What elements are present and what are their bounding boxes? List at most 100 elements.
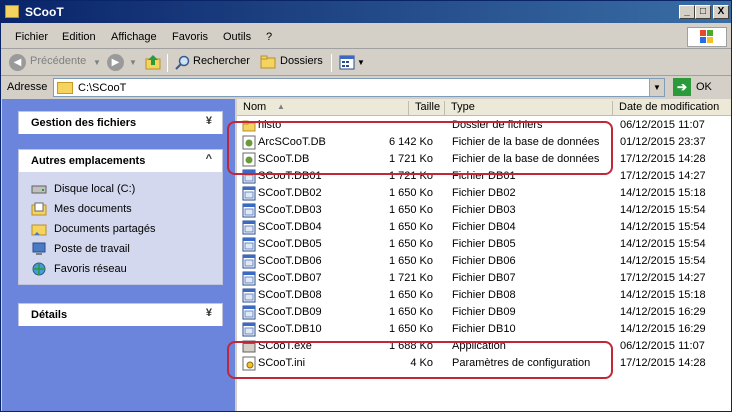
file-tasks-panel: Gestion des fichiers ¥ (18, 111, 223, 134)
file-date: 06/12/2015 11:07 (620, 119, 705, 131)
my-documents-icon (31, 202, 47, 216)
file-size: 1 650 Ko (388, 255, 433, 267)
title-bar[interactable]: SCooT _ □ X (1, 1, 731, 23)
file-date: 17/12/2015 14:28 (620, 357, 706, 369)
back-button[interactable]: Précédente (30, 55, 86, 67)
search-button[interactable]: Rechercher (193, 55, 250, 67)
folders-button[interactable]: Dossiers (280, 55, 323, 67)
place-label: Disque local (C:) (54, 183, 136, 195)
file-row[interactable]: SCooT.DB10 1 650 Ko Fichier DB10 14/12/2015… (237, 321, 731, 338)
file-row[interactable]: SCooT.DB06 1 650 Ko Fichier DB06 14/12/2015… (237, 253, 731, 270)
file-size: 1 721 Ko (388, 272, 433, 284)
panel-header[interactable]: Gestion des fichiers ¥ (19, 112, 222, 134)
forward-arrow-icon[interactable]: ▶ (107, 54, 124, 71)
column-type[interactable]: Type (445, 101, 613, 116)
file-date: 17/12/2015 14:28 (620, 153, 706, 165)
file-row[interactable]: SCooT.DB07 1 721 Ko Fichier DB07 17/12/2015… (237, 270, 731, 287)
file-date: 01/12/2015 23:37 (620, 136, 706, 148)
file-type: Fichier DB05 (452, 238, 516, 250)
folder-icon (57, 82, 73, 94)
menu-edition[interactable]: Edition (62, 31, 96, 43)
file-type: Fichier DB06 (452, 255, 516, 267)
column-date[interactable]: Date de modification (613, 101, 731, 116)
panel-header[interactable]: Détails ¥ (19, 304, 222, 326)
minimize-button[interactable]: _ (679, 5, 695, 19)
panel-title: Détails (31, 309, 68, 321)
highlight-ini-file (227, 341, 613, 379)
menu-favoris[interactable]: Favoris (172, 31, 208, 43)
file-type: Fichier DB04 (452, 221, 516, 233)
collapse-chevron-icon[interactable]: ^ (206, 153, 212, 165)
panel-title: Gestion des fichiers (31, 117, 137, 129)
task-pane: Gestion des fichiers ¥ Autres emplacemen… (2, 99, 235, 411)
place-local-disk[interactable]: Disque local (C:) (19, 180, 222, 200)
file-row[interactable]: SCooT.DB09 1 650 Ko Fichier DB09 14/12/2015… (237, 304, 731, 321)
back-dropdown-icon[interactable]: ▼ (93, 58, 101, 67)
file-date: 14/12/2015 16:29 (620, 323, 706, 335)
place-label: Documents partagés (54, 223, 156, 235)
file-size: 1 650 Ko (388, 238, 433, 250)
file-row[interactable]: SCooT.DB02 1 650 Ko Fichier DB02 14/12/2015… (237, 185, 731, 202)
place-network[interactable]: Favoris réseau (19, 260, 222, 280)
highlight-db-files (227, 121, 613, 175)
forward-dropdown-icon[interactable]: ▼ (129, 58, 137, 67)
address-path[interactable]: C:\SCooT (78, 82, 126, 94)
column-name-label: Nom (243, 101, 267, 113)
place-my-documents[interactable]: Mes documents (19, 200, 222, 220)
file-row[interactable]: SCooT.DB05 1 650 Ko Fichier DB05 14/12/2015… (237, 236, 731, 253)
back-arrow-icon[interactable]: ◀ (9, 54, 26, 71)
menu-bar: Fichier Edition Affichage Favoris Outils… (1, 25, 731, 49)
address-input[interactable]: C:\SCooT ▼ (53, 78, 665, 97)
place-shared-documents[interactable]: Documents partagés (19, 220, 222, 240)
views-icon[interactable] (339, 55, 355, 70)
menu-outils[interactable]: Outils (223, 31, 251, 43)
file-date: 06/12/2015 11:07 (620, 340, 705, 352)
shared-folder-icon (31, 222, 47, 236)
file-type: Fichier DB08 (452, 289, 516, 301)
go-arrow-icon[interactable]: ➔ (673, 78, 691, 96)
file-date: 14/12/2015 15:54 (620, 255, 706, 267)
maximize-button[interactable]: □ (695, 5, 711, 19)
column-header-row: Nom ▲ Taille Type Date de modification (237, 99, 731, 116)
toolbar-separator (331, 54, 332, 72)
window-title: SCooT (25, 5, 64, 19)
views-dropdown-icon[interactable]: ▼ (357, 58, 365, 67)
panel-header[interactable]: Autres emplacements ^ (19, 150, 222, 172)
column-size[interactable]: Taille (409, 101, 445, 116)
address-label: Adresse (7, 81, 48, 93)
file-type: Fichier DB02 (452, 187, 516, 199)
column-size-label: Taille (415, 101, 441, 113)
close-button[interactable]: X (713, 5, 729, 19)
address-dropdown-icon[interactable]: ▼ (649, 79, 664, 96)
expand-chevron-icon[interactable]: ¥ (206, 307, 212, 319)
details-panel: Détails ¥ (18, 303, 223, 326)
search-icon[interactable] (175, 55, 190, 70)
panel-title: Autres emplacements (31, 155, 146, 167)
file-row[interactable]: SCooT.DB08 1 650 Ko Fichier DB08 14/12/2015… (237, 287, 731, 304)
folders-icon[interactable] (260, 55, 276, 69)
file-size: 1 650 Ko (388, 289, 433, 301)
expand-chevron-icon[interactable]: ¥ (206, 115, 212, 127)
computer-icon (31, 242, 47, 256)
column-name[interactable]: Nom ▲ (237, 101, 409, 116)
file-row[interactable]: SCooT.DB04 1 650 Ko Fichier DB04 14/12/2015… (237, 219, 731, 236)
address-bar: Adresse C:\SCooT ▼ ➔ OK (1, 77, 731, 98)
explorer-window: SCooT _ □ X Fichier Edition Affichage Fa… (0, 0, 732, 412)
toolbar: ◀ Précédente ▼ ▶ ▼ Rechercher Dossiers ▼ (1, 50, 731, 76)
menu-affichage[interactable]: Affichage (111, 31, 157, 43)
file-size: 1 650 Ko (388, 323, 433, 335)
file-list: Nom ▲ Taille Type Date de modification hi… (227, 99, 731, 411)
file-row[interactable]: SCooT.DB03 1 650 Ko Fichier DB03 14/12/2015… (237, 202, 731, 219)
file-date: 14/12/2015 15:54 (620, 238, 706, 250)
file-date: 14/12/2015 15:54 (620, 204, 706, 216)
file-date: 14/12/2015 15:18 (620, 187, 706, 199)
file-date: 17/12/2015 14:27 (620, 170, 706, 182)
up-folder-icon[interactable] (145, 54, 161, 70)
menu-help[interactable]: ? (266, 31, 272, 43)
file-size: 1 650 Ko (388, 221, 433, 233)
file-size: 1 650 Ko (388, 204, 433, 216)
go-button[interactable]: OK (696, 81, 712, 93)
file-size: 1 650 Ko (388, 187, 433, 199)
menu-fichier[interactable]: Fichier (15, 31, 48, 43)
place-my-computer[interactable]: Poste de travail (19, 240, 222, 260)
